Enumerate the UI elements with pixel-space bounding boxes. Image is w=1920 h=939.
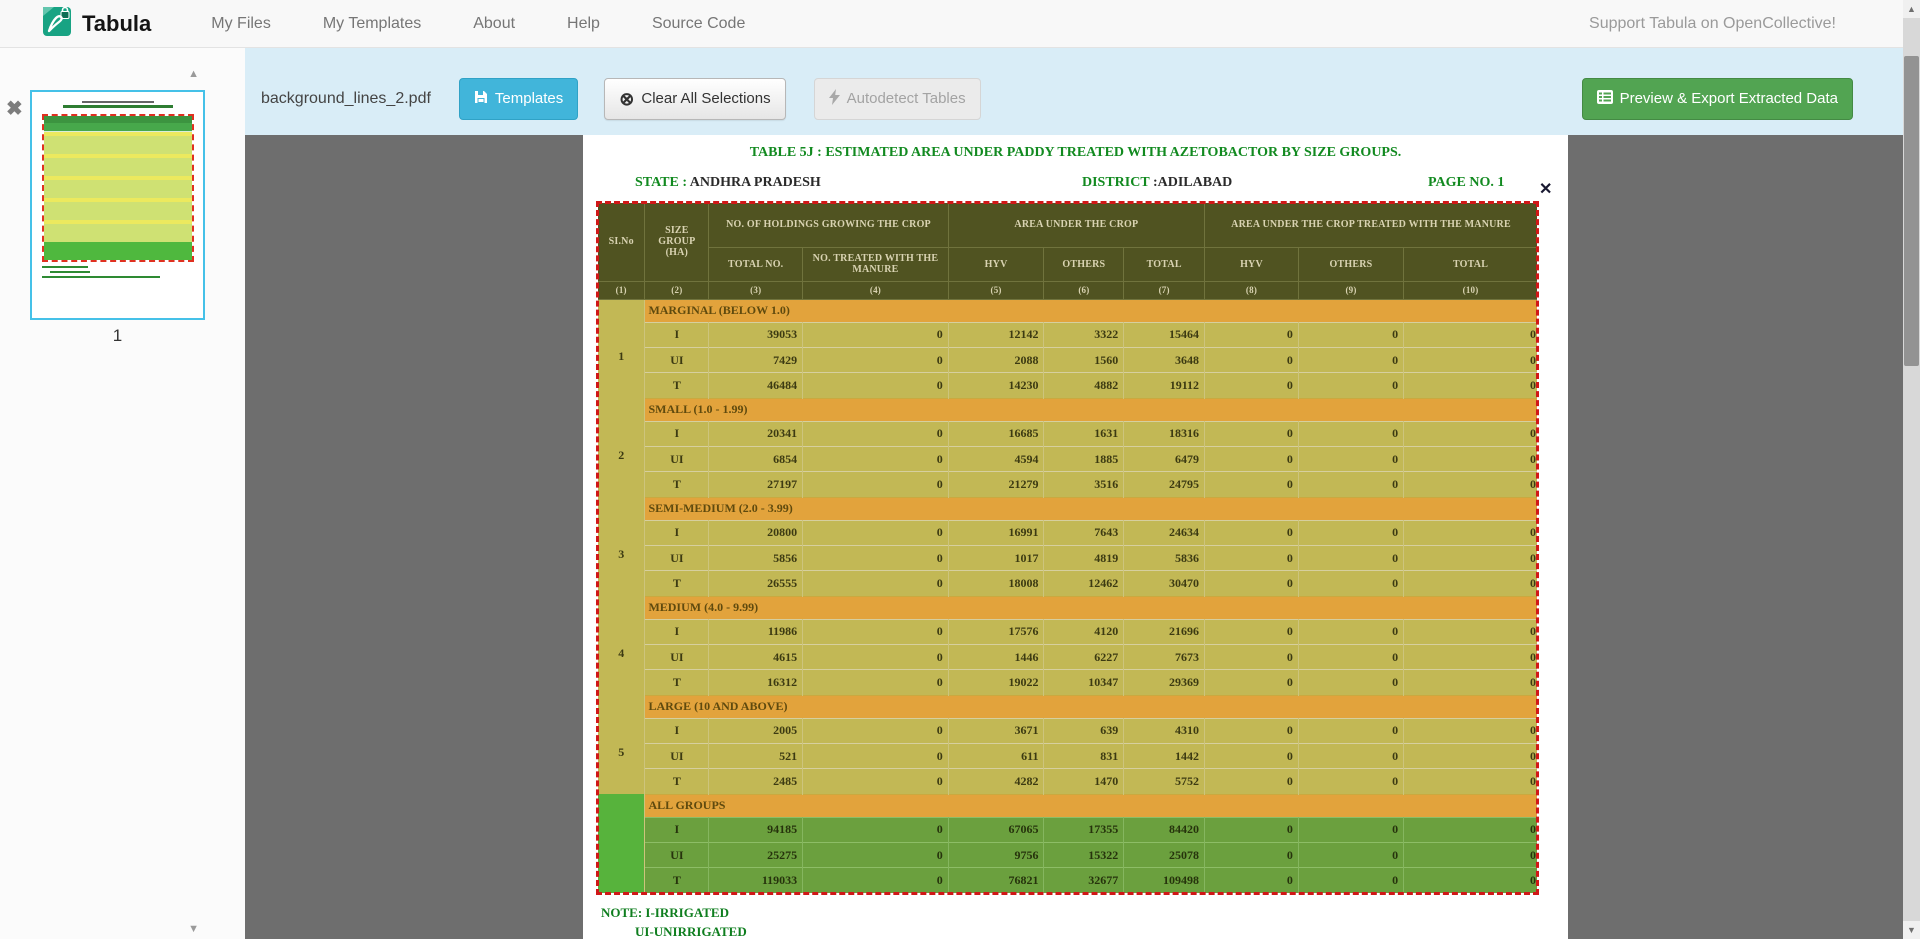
note-line-1: NOTE: I-IRRIGATED (601, 903, 747, 922)
document-notes: NOTE: I-IRRIGATED UI-UNIRRIGATED (601, 903, 747, 939)
brand-title: Tabula (82, 11, 151, 37)
nav-item-my-templates[interactable]: My Templates (323, 15, 421, 33)
templates-button[interactable]: Templates (459, 78, 578, 120)
sidebar-scroll-up-icon[interactable]: ▲ (188, 68, 199, 80)
district-label: DISTRICT (1082, 175, 1149, 190)
selection-border[interactable] (596, 201, 1539, 895)
x-icon: ✕ (1539, 181, 1552, 198)
support-link[interactable]: Support Tabula on OpenCollective! (1589, 15, 1836, 33)
state-value: ANDHRA PRADESH (690, 175, 821, 190)
thumbnail-selection-overlay (42, 114, 194, 262)
table-list-icon (1597, 90, 1613, 108)
thumbnail-subtitle-line (63, 105, 173, 108)
x-icon: ✖ (6, 98, 23, 120)
thumbnail-close-button[interactable]: ✖ (6, 96, 23, 121)
note-line-2: UI-UNIRRIGATED (635, 922, 747, 939)
scrollbar-up-icon[interactable]: ▲ (1903, 0, 1920, 18)
circle-x-icon: ⊗ (619, 90, 634, 108)
pdf-viewport: TABLE 5J : ESTIMATED AREA UNDER PADDY TR… (245, 135, 1920, 939)
sidebar: ▲ ✖ 1 ▼ (0, 48, 245, 939)
nav-item-help[interactable]: Help (567, 15, 600, 33)
selection-region: SI.NoSIZE GROUP (HA)NO. OF HOLDINGS GROW… (598, 203, 1537, 893)
nav-item-about[interactable]: About (473, 15, 515, 33)
tabula-pdf-lock-logo-icon (40, 4, 74, 43)
autodetect-tables-button[interactable]: Autodetect Tables (814, 78, 981, 120)
navbar: Tabula My Files My Templates About Help … (0, 0, 1920, 48)
toolbar: background_lines_2.pdf Templates ⊗ Clear… (245, 48, 1920, 135)
app-window: Tabula My Files My Templates About Help … (0, 0, 1920, 939)
brand[interactable]: Tabula (40, 4, 151, 43)
os-scrollbar[interactable]: ▲ ▼ (1903, 0, 1920, 939)
nav-menu: My Files My Templates About Help Source … (211, 15, 745, 33)
document-title: TABLE 5J : ESTIMATED AREA UNDER PADDY TR… (583, 145, 1568, 161)
nav-item-source-code[interactable]: Source Code (652, 15, 745, 33)
preview-export-button[interactable]: Preview & Export Extracted Data (1582, 78, 1853, 120)
lightning-icon (829, 89, 840, 109)
selection-close-button[interactable]: ✕ (1539, 179, 1552, 199)
page-number-label: 1 (30, 326, 205, 346)
scrollbar-thumb[interactable] (1904, 56, 1919, 366)
thumbnail-note-lines (42, 266, 203, 278)
pdf-page[interactable]: TABLE 5J : ESTIMATED AREA UNDER PADDY TR… (583, 135, 1568, 939)
scrollbar-down-icon[interactable]: ▼ (1903, 921, 1920, 939)
page-no-label: PAGE NO. 1 (1428, 175, 1504, 191)
save-file-icon (474, 90, 488, 108)
thumbnail-title-line (82, 101, 154, 103)
page-thumbnail[interactable] (30, 90, 205, 320)
clear-selections-button[interactable]: ⊗ Clear All Selections (604, 78, 785, 120)
district-value: :ADILABAD (1153, 175, 1232, 190)
nav-item-my-files[interactable]: My Files (211, 15, 271, 33)
filename-label: background_lines_2.pdf (261, 90, 431, 108)
sidebar-scroll-down-icon[interactable]: ▼ (188, 923, 199, 935)
state-label: STATE : (635, 175, 687, 190)
